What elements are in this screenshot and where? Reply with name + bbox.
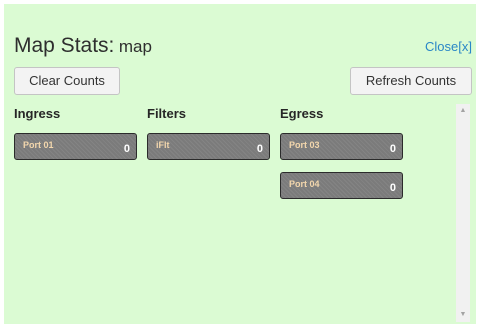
port-count: 0 bbox=[123, 143, 130, 155]
egress-header: Egress bbox=[280, 106, 324, 121]
port-count: 0 bbox=[389, 143, 396, 155]
filter-label: iFlt bbox=[156, 140, 170, 150]
clear-counts-button[interactable]: Clear Counts bbox=[14, 67, 120, 95]
ingress-header: Ingress bbox=[14, 106, 61, 121]
ingress-port-item[interactable]: Port 01 0 bbox=[14, 133, 137, 160]
vertical-scrollbar[interactable]: ▲ ▼ bbox=[456, 104, 470, 322]
port-label: Port 01 bbox=[23, 140, 54, 150]
port-label: Port 03 bbox=[289, 140, 320, 150]
port-label: Port 04 bbox=[289, 179, 320, 189]
map-stats-panel: Map Stats: map Close[x] Clear Counts Ref… bbox=[4, 4, 476, 324]
title-map-name: map bbox=[118, 37, 152, 56]
filters-header: Filters bbox=[147, 106, 187, 121]
scroll-up-icon[interactable]: ▲ bbox=[456, 106, 470, 116]
refresh-counts-button[interactable]: Refresh Counts bbox=[350, 67, 472, 95]
filter-count: 0 bbox=[256, 143, 263, 155]
egress-port-item[interactable]: Port 04 0 bbox=[280, 172, 403, 199]
title-main: Map Stats: bbox=[14, 34, 115, 57]
panel-title: Map Stats: map bbox=[14, 35, 152, 59]
egress-port-item[interactable]: Port 03 0 bbox=[280, 133, 403, 160]
port-count: 0 bbox=[389, 182, 396, 194]
filter-item[interactable]: iFlt 0 bbox=[147, 133, 270, 160]
scroll-down-icon[interactable]: ▼ bbox=[456, 310, 470, 320]
close-link[interactable]: Close[x] bbox=[425, 39, 472, 55]
